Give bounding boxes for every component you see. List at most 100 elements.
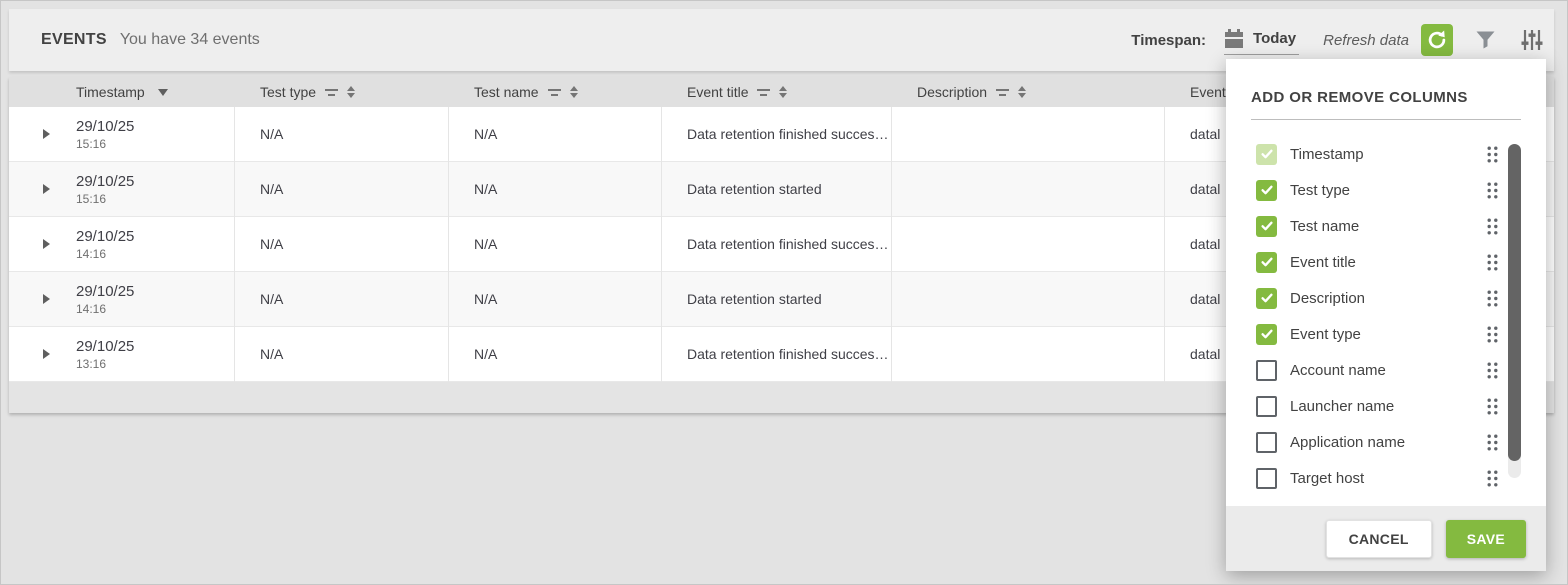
drag-handle-icon[interactable]	[1487, 182, 1498, 199]
drag-handle-icon[interactable]	[1487, 326, 1498, 343]
column-toggle-row: Event title	[1226, 244, 1546, 280]
cell-timestamp: 29/10/25 13:16	[57, 327, 234, 381]
tune-sliders-icon	[1520, 28, 1544, 52]
column-sort-icon[interactable]	[570, 86, 578, 98]
column-toggle-row: Test name	[1226, 208, 1546, 244]
column-sort-icon[interactable]	[779, 86, 787, 98]
add-remove-columns-popup: ADD OR REMOVE COLUMNS Timestamp	[1226, 59, 1546, 571]
timespan-select[interactable]: Today	[1224, 26, 1299, 55]
column-toggle-row: Event type	[1226, 316, 1546, 352]
column-settings-button[interactable]	[1520, 28, 1544, 52]
popup-divider	[1251, 119, 1521, 120]
cell-timestamp: 29/10/25 14:16	[57, 272, 234, 326]
refresh-button[interactable]	[1421, 24, 1453, 56]
cell-description	[891, 107, 1164, 161]
column-checkbox[interactable]	[1256, 180, 1277, 201]
cell-timestamp: 29/10/25 14:16	[57, 217, 234, 271]
cell-test-name: N/A	[448, 162, 661, 216]
drag-handle-icon[interactable]	[1487, 362, 1498, 379]
column-filter-icon[interactable]	[757, 89, 770, 96]
column-toggle-row: Launcher name	[1226, 388, 1546, 424]
cell-test-type: N/A	[234, 217, 448, 271]
column-checkbox[interactable]	[1256, 288, 1277, 309]
column-checkbox[interactable]	[1256, 432, 1277, 453]
cell-event-title: Data retention finished succes…	[661, 327, 891, 381]
checkmark-icon	[1260, 255, 1274, 269]
cell-description	[891, 272, 1164, 326]
drag-handle-icon[interactable]	[1487, 398, 1498, 415]
cell-test-name: N/A	[448, 272, 661, 326]
events-count-text: You have 34 events	[120, 31, 260, 49]
column-header-label: Description	[917, 84, 987, 100]
cell-test-name: N/A	[448, 217, 661, 271]
cell-event-title: Data retention finished succes…	[661, 107, 891, 161]
checkmark-icon	[1260, 219, 1274, 233]
row-expander-icon[interactable]	[43, 239, 50, 249]
cell-description	[891, 217, 1164, 271]
cell-timestamp: 29/10/25 15:16	[57, 162, 234, 216]
column-toggle-row: Test type	[1226, 172, 1546, 208]
column-filter-icon[interactable]	[548, 89, 561, 96]
column-checkbox[interactable]	[1256, 468, 1277, 489]
filter-button[interactable]	[1475, 30, 1496, 50]
column-toggle-row: Application name	[1226, 424, 1546, 460]
drag-handle-icon[interactable]	[1487, 218, 1498, 235]
column-header-label: Timestamp	[76, 84, 145, 100]
popup-scrollbar-thumb[interactable]	[1508, 144, 1521, 461]
column-filter-icon[interactable]	[996, 89, 1009, 96]
drag-handle-icon[interactable]	[1487, 254, 1498, 271]
column-header-timestamp[interactable]: Timestamp	[57, 77, 234, 107]
popup-title: ADD OR REMOVE COLUMNS	[1251, 89, 1521, 106]
drag-handle-icon[interactable]	[1487, 470, 1498, 487]
checkmark-icon	[1260, 183, 1274, 197]
cell-test-name: N/A	[448, 107, 661, 161]
popup-footer: CANCEL SAVE	[1226, 506, 1546, 571]
sort-desc-icon[interactable]	[158, 89, 168, 96]
cell-test-type: N/A	[234, 107, 448, 161]
row-expander-icon[interactable]	[43, 129, 50, 139]
column-checkbox[interactable]	[1256, 360, 1277, 381]
column-toggle-row: Target host	[1226, 460, 1546, 491]
column-checkbox[interactable]	[1256, 216, 1277, 237]
row-expander-icon[interactable]	[43, 294, 50, 304]
column-divider	[1164, 107, 1165, 382]
calendar-icon	[1224, 29, 1244, 48]
column-checkbox[interactable]	[1256, 324, 1277, 345]
checkmark-icon	[1260, 327, 1274, 341]
column-filter-icon[interactable]	[325, 89, 338, 96]
row-expander-icon[interactable]	[43, 349, 50, 359]
column-divider	[234, 107, 235, 382]
column-divider	[448, 107, 449, 382]
refresh-icon	[1426, 29, 1448, 51]
column-sort-icon[interactable]	[1018, 86, 1026, 98]
column-checkbox	[1256, 144, 1277, 165]
timespan-value: Today	[1253, 30, 1296, 47]
timespan-label: Timespan:	[1131, 32, 1206, 49]
column-toggle-row: Timestamp	[1226, 136, 1546, 172]
cell-test-type: N/A	[234, 272, 448, 326]
column-header-test-type[interactable]: Test type	[234, 77, 448, 107]
save-button[interactable]: SAVE	[1446, 520, 1526, 558]
row-expander-icon[interactable]	[43, 184, 50, 194]
cell-description	[891, 327, 1164, 381]
page-title: EVENTS	[41, 31, 107, 49]
drag-handle-icon[interactable]	[1487, 434, 1498, 451]
column-sort-icon[interactable]	[347, 86, 355, 98]
cancel-button[interactable]: CANCEL	[1326, 520, 1432, 558]
drag-handle-icon[interactable]	[1487, 290, 1498, 307]
column-header-description[interactable]: Description	[891, 77, 1164, 107]
column-toggle-row: Account name	[1226, 352, 1546, 388]
filter-funnel-icon	[1475, 30, 1496, 50]
checkmark-icon	[1260, 147, 1274, 161]
column-header-label: Test name	[474, 84, 539, 100]
cell-test-type: N/A	[234, 327, 448, 381]
cell-description	[891, 162, 1164, 216]
drag-handle-icon[interactable]	[1487, 146, 1498, 163]
checkmark-icon	[1260, 291, 1274, 305]
column-header-event-title[interactable]: Event title	[661, 77, 891, 107]
column-checkbox[interactable]	[1256, 396, 1277, 417]
column-header-test-name[interactable]: Test name	[448, 77, 661, 107]
cell-test-name: N/A	[448, 327, 661, 381]
column-checkbox[interactable]	[1256, 252, 1277, 273]
cell-test-type: N/A	[234, 162, 448, 216]
